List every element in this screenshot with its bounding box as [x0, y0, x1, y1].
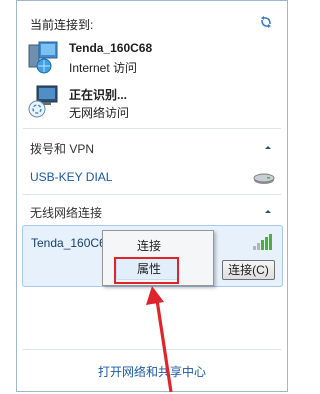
network-computer-icon: [28, 41, 58, 74]
wireless-network-name: Tenda_160C6: [31, 236, 106, 250]
open-network-sharing-center-link[interactable]: 打开网络和共享中心: [17, 363, 287, 380]
annotation-highlight-box: [114, 257, 179, 284]
network-flyout-panel: 当前连接到: Tenda_160C68 Internet 访问 正在识别... …: [16, 0, 288, 392]
modem-icon: [253, 173, 275, 184]
divider: [23, 194, 281, 195]
connection-status: 无网络访问: [69, 106, 130, 120]
connection-item-identifying: 正在识别... 无网络访问: [27, 84, 277, 124]
network-identifying-icon: [28, 85, 58, 118]
divider: [23, 349, 281, 350]
connection-name: Tenda_160C68: [69, 41, 153, 55]
wifi-signal-icon: [253, 234, 272, 250]
wireless-section-title[interactable]: 无线网络连接: [30, 204, 102, 221]
divider: [23, 128, 281, 129]
context-menu-item-connect[interactable]: 连接: [103, 235, 213, 257]
chevron-up-icon[interactable]: [263, 142, 273, 152]
menu-item-label: 连接: [137, 239, 162, 253]
connection-status: Internet 访问: [69, 61, 138, 75]
refresh-icon[interactable]: [258, 14, 274, 30]
connection-name: 正在识别...: [69, 88, 128, 102]
dialup-vpn-section-title[interactable]: 拨号和 VPN: [30, 140, 94, 157]
connect-button[interactable]: 连接(C): [222, 260, 275, 280]
connection-item-tenda: Tenda_160C68 Internet 访问: [27, 39, 277, 79]
current-connection-title: 当前连接到:: [30, 18, 94, 32]
chevron-up-icon[interactable]: [263, 206, 273, 216]
usb-key-dial-item[interactable]: USB-KEY DIAL: [30, 170, 112, 184]
